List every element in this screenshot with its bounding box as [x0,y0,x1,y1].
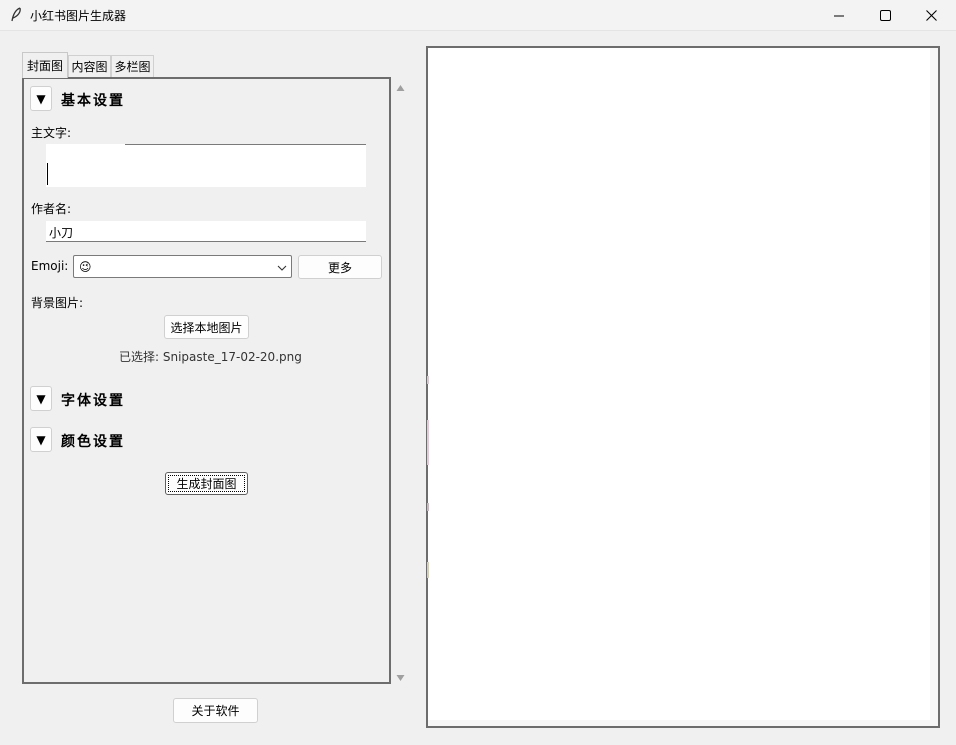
text-cursor [47,163,48,185]
image-preview-canvas [426,46,940,728]
preview-edge-artifact [427,503,429,511]
tab-cover[interactable]: 封面图 [22,52,68,78]
selected-file-text: 已选择: Snipaste_17-02-20.png [119,350,302,364]
settings-scrollbar[interactable] [392,77,408,684]
color-settings-toggle[interactable]: ▼ [30,427,52,452]
basic-settings-title: 基本设置 [61,93,125,109]
main-text-label: 主文字: [31,126,72,140]
emoji-selected-value: 😉 [79,260,92,274]
emoji-label: Emoji: [31,259,69,273]
chevron-down-icon [277,262,287,276]
window-title: 小红书图片生成器 [30,9,127,23]
author-input[interactable]: 小刀 [46,221,366,242]
preview-edge-artifact [427,376,429,384]
basic-settings-toggle[interactable]: ▼ [30,86,52,111]
author-label: 作者名: [31,202,72,216]
close-icon [925,10,937,21]
scroll-up-arrow-icon[interactable] [396,81,405,95]
background-image-label: 背景图片: [31,296,84,310]
generate-cover-button[interactable]: 生成封面图 [165,472,248,495]
close-button[interactable] [908,0,954,31]
emoji-select[interactable]: 😉 [73,255,292,278]
preview-edge-artifact [427,562,429,578]
tab-multi-column[interactable]: 多栏图 [111,55,154,77]
preview-edge-artifact [427,420,429,465]
title-bar: 小红书图片生成器 [0,0,956,31]
minimize-button[interactable] [816,0,862,31]
color-settings-title: 颜色设置 [61,434,125,450]
maximize-button[interactable] [862,0,908,31]
font-settings-toggle[interactable]: ▼ [30,386,52,411]
minimize-icon [834,11,844,21]
choose-local-image-button[interactable]: 选择本地图片 [164,315,249,339]
feather-icon [9,7,23,23]
scroll-down-arrow-icon[interactable] [396,671,405,685]
font-settings-title: 字体设置 [61,393,125,409]
tab-content[interactable]: 内容图 [68,55,111,77]
maximize-icon [879,10,891,21]
main-text-input[interactable] [46,144,366,187]
about-software-button[interactable]: 关于软件 [173,698,258,723]
more-emoji-button[interactable]: 更多 [298,255,382,279]
